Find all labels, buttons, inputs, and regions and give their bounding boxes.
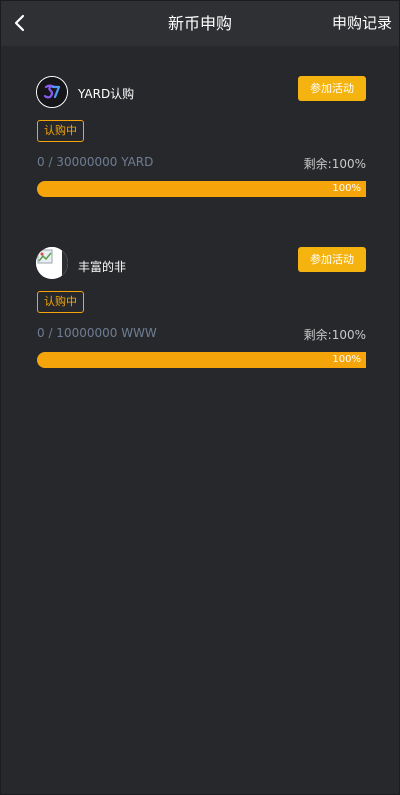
progress-bar: 100% [37, 352, 366, 368]
subscription-card: 丰富的非 参加活动 认购中 0 / 10000000 WWW 剩余:100% 1… [36, 247, 366, 377]
top-nav-bar: 新币申购 申购记录 [1, 1, 399, 46]
status-badge: 认购中 [37, 120, 84, 142]
remaining-value: 100% [331, 157, 366, 171]
subscription-card: YARD认购 参加活动 认购中 0 / 30000000 YARD 剩余:100… [36, 76, 366, 206]
coin-avatar [36, 76, 68, 108]
progress-fill [37, 352, 366, 368]
coin-name: YARD认购 [78, 87, 135, 101]
remaining: 剩余:100% [304, 326, 366, 343]
records-link[interactable]: 申购记录 [332, 1, 392, 46]
status-badge: 认购中 [37, 291, 84, 313]
subscribed-amount: 0 / 10000000 WWW [37, 326, 157, 340]
progress-fill [37, 181, 366, 197]
broken-image-icon [36, 247, 68, 279]
yard-logo-icon [37, 77, 67, 107]
coin-avatar [36, 247, 68, 279]
app-screen: 新币申购 申购记录 YARD认购 参加活动 认购中 0 / 30000000 Y… [1, 1, 399, 794]
join-activity-button[interactable]: 参加活动 [298, 247, 366, 272]
progress-label: 100% [332, 183, 361, 194]
remaining: 剩余:100% [304, 155, 366, 172]
remaining-value: 100% [331, 328, 366, 342]
join-activity-button[interactable]: 参加活动 [298, 76, 366, 101]
subscribed-amount: 0 / 30000000 YARD [37, 155, 154, 169]
progress-label: 100% [332, 354, 361, 365]
coin-name: 丰富的非 [78, 260, 127, 274]
remaining-label: 剩余: [303, 157, 332, 171]
remaining-label: 剩余: [303, 328, 332, 342]
progress-bar: 100% [37, 181, 366, 197]
